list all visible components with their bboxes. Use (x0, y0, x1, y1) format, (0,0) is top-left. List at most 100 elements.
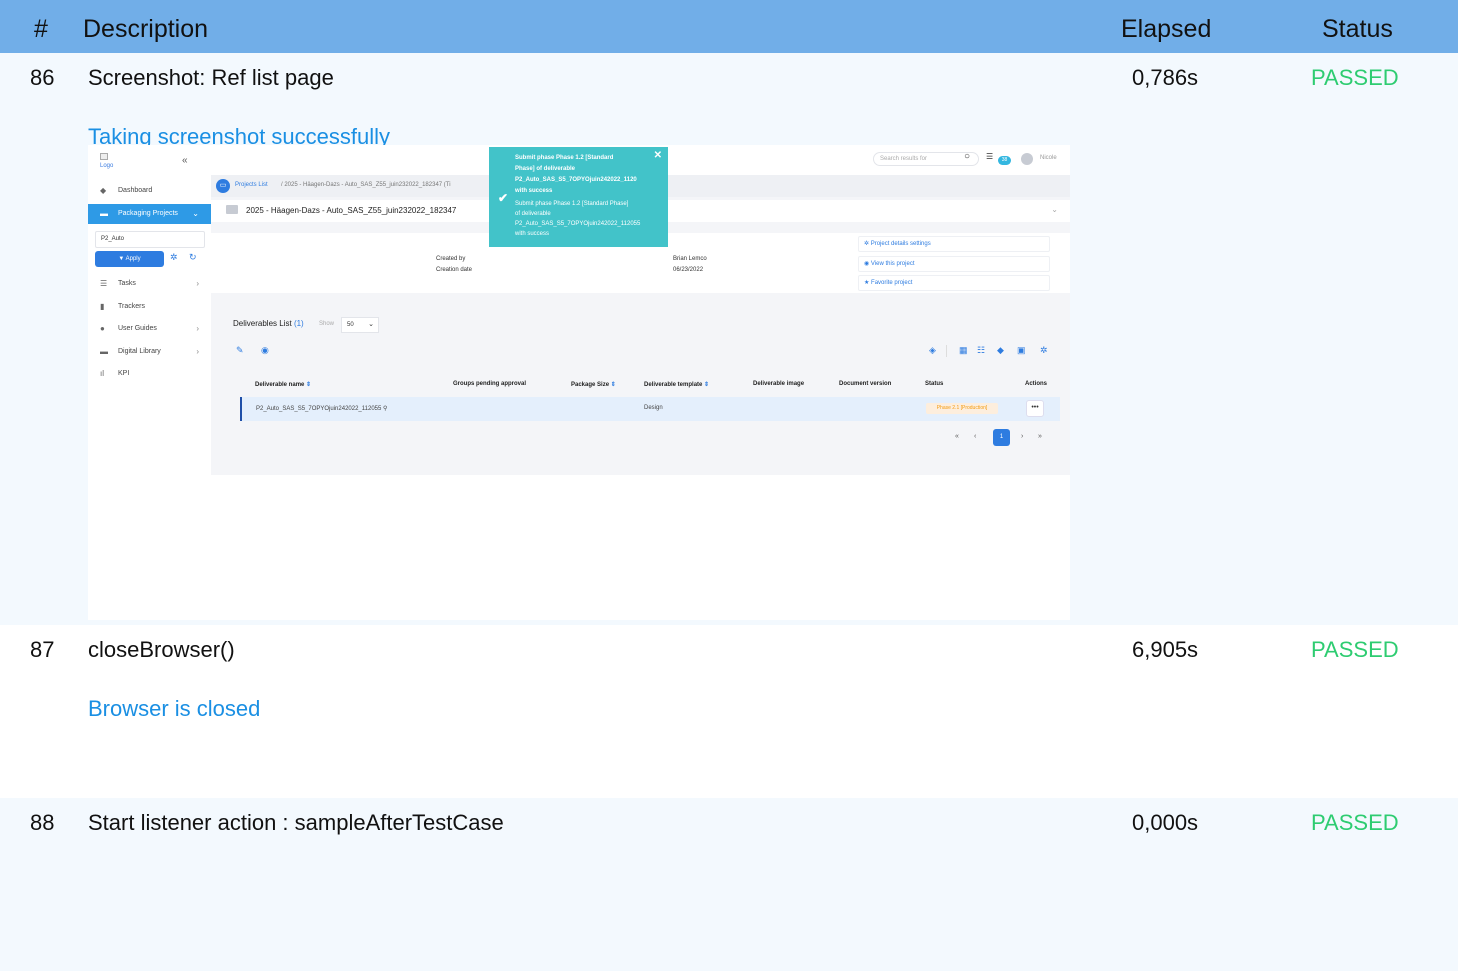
link-label: View this project (870, 261, 915, 267)
page-size-value: 50 (347, 322, 354, 328)
col-deliverable-image: Deliverable image (753, 381, 805, 387)
pager-next[interactable]: › (1021, 433, 1023, 440)
embedded-screenshot[interactable]: Logo « ◆ Dashboard ▬ Packaging Projects … (88, 145, 1070, 620)
eye-icon[interactable]: ◉ (261, 345, 269, 356)
toast-line: Submit phase Phase 1.2 [Standard (515, 155, 614, 161)
pager-last[interactable]: » (1038, 433, 1042, 440)
sidebar-item-label: Tasks (118, 280, 136, 287)
apply-button[interactable]: ▼ Apply (95, 251, 164, 267)
column-header: Deliverable name (255, 382, 305, 388)
project-filter-input[interactable]: P2_Auto (95, 231, 205, 248)
toast-subline: of deliverable (515, 211, 551, 217)
column-header: Package Size (571, 382, 610, 388)
toast-subline: P2_Auto_SAS_S5_7OPYOjuin242022_112055 (515, 221, 641, 227)
user-name[interactable]: Nicole (1040, 155, 1057, 161)
collapse-sidebar-icon[interactable]: « (182, 155, 188, 166)
chevron-down-icon[interactable]: ⌄ (1051, 205, 1058, 214)
step-message-link[interactable]: Browser is closed (88, 696, 260, 722)
filter-icon: ▼ (118, 256, 126, 262)
cube-icon: ◆ (100, 186, 107, 195)
breadcrumb-projects-list[interactable]: Projects List (235, 182, 268, 188)
avatar[interactable] (1021, 153, 1033, 165)
status-badge: Phase 2.1 [Production] (926, 403, 998, 414)
favorite-project-link[interactable]: ★ Favorite project (858, 275, 1050, 291)
folder-icon (226, 205, 238, 214)
col-package-size[interactable]: Package Size ⇕ (571, 381, 616, 388)
folder-icon: ▬ (100, 347, 108, 356)
deliverable-template: Design (644, 405, 663, 411)
gear-icon: ✲ (864, 241, 871, 247)
sidebar-item-tasks[interactable]: ☰ Tasks › (88, 274, 211, 294)
header-num: # (34, 15, 48, 43)
link-label: Project details settings (870, 241, 931, 247)
table-row[interactable]: P2_Auto_SAS_S5_7OPYOjuin242022_112055 ⚲ … (240, 397, 1060, 421)
pager-prev[interactable]: ‹ (974, 433, 976, 440)
row-actions-button[interactable]: ••• (1026, 400, 1044, 417)
sort-icon: ⇕ (704, 382, 710, 388)
sidebar-item-label: Packaging Projects (118, 210, 178, 217)
col-groups-pending: Groups pending approval (453, 381, 527, 387)
close-icon[interactable]: ✕ (654, 150, 662, 161)
refresh-icon[interactable]: ↻ (189, 252, 197, 263)
pager-page-current[interactable]: 1 (993, 429, 1010, 446)
broken-image-icon (100, 153, 108, 160)
sidebar-item-trackers[interactable]: ▮ Trackers (88, 297, 211, 317)
sidebar-item-label: Digital Library (118, 348, 161, 355)
report-header: # Description Elapsed Status (0, 0, 1458, 53)
deliverables-title-text: Deliverables List (233, 319, 292, 328)
layers-icon[interactable]: ◈ (929, 345, 936, 356)
sidebar-item-user-guides[interactable]: ● User Guides › (88, 319, 211, 339)
col-deliverable-name[interactable]: Deliverable name ⇕ (255, 381, 311, 388)
step-num: 88 (30, 810, 55, 835)
project-details-settings-link[interactable]: ✲ Project details settings (858, 236, 1050, 252)
sort-icon: ⇕ (306, 382, 312, 388)
deliverables-panel: Deliverables List (1) Show 50 ⌄ ✎ ◉ ◈ ▦ ☷… (211, 305, 1070, 475)
toast-line: with success (515, 188, 553, 194)
page-size-select[interactable]: 50 ⌄ (341, 317, 379, 333)
grid-view-icon[interactable]: ▦ (959, 345, 968, 356)
chevron-right-icon: › (196, 279, 199, 288)
list-view-icon[interactable]: ☷ (977, 345, 985, 356)
sidebar-item-dashboard[interactable]: ◆ Dashboard (88, 181, 211, 201)
sidebar-item-kpi[interactable]: ıl KPI (88, 364, 211, 384)
folder-icon: ▬ (100, 209, 108, 218)
sidebar-item-packaging-projects[interactable]: ▬ Packaging Projects ⌄ (88, 204, 211, 224)
apply-label: Apply (125, 256, 141, 262)
list-icon: ☰ (100, 279, 108, 288)
gear-icon[interactable]: ✲ (170, 252, 178, 263)
star-icon: ★ (864, 280, 872, 286)
settings-icon[interactable]: ✲ (1040, 345, 1048, 356)
sidebar-item-label: User Guides (118, 325, 157, 332)
sidebar-item-label: Dashboard (118, 187, 153, 194)
step-status: PASSED (1311, 637, 1399, 662)
creation-date-value: 06/23/2022 (673, 267, 704, 273)
pager-first[interactable]: « (955, 433, 959, 440)
col-deliverable-template[interactable]: Deliverable template ⇕ (644, 381, 709, 388)
folder-open-icon: ▭ (216, 179, 230, 193)
cube-view-icon[interactable]: ◆ (997, 345, 1004, 356)
step-elapsed: 0,000s (1132, 810, 1199, 835)
column-header: Deliverable template (644, 382, 703, 388)
logo-alt: Logo (100, 163, 114, 169)
content-empty-area (211, 475, 1070, 620)
image-view-icon[interactable]: ▣ (1017, 345, 1026, 356)
step-description: Start listener action : sampleAfterTestC… (88, 810, 504, 835)
header-status: Status (1322, 15, 1393, 43)
edit-icon[interactable]: ✎ (236, 345, 244, 356)
step-status: PASSED (1311, 810, 1399, 835)
step-row-87: 87 closeBrowser() 6,905s PASSED Browser … (0, 625, 1458, 798)
project-title: 2025 - Häagen-Dazs - Auto_SAS_Z55_juin23… (246, 206, 457, 215)
search-icon[interactable]: ○ (964, 151, 970, 162)
step-num: 86 (30, 65, 55, 90)
success-toast: ✕ ✔ Submit phase Phase 1.2 [Standard Pha… (489, 147, 668, 247)
sidebar-item-digital-library[interactable]: ▬ Digital Library › (88, 342, 211, 362)
toast-subline: Submit phase Phase 1.2 [Standard Phase] (515, 201, 629, 207)
view-project-link[interactable]: ◉ View this project (858, 256, 1050, 272)
deliverable-name[interactable]: P2_Auto_SAS_S5_7OPYOjuin242022_112055 ⚲ (256, 405, 387, 412)
col-status: Status (925, 381, 944, 387)
step-row-88: 88 Start listener action : sampleAfterTe… (0, 798, 1458, 971)
deliverables-title: Deliverables List (1) (233, 319, 304, 328)
app-sidebar: Logo « ◆ Dashboard ▬ Packaging Projects … (88, 145, 211, 620)
notification-badge: 38 (998, 156, 1011, 165)
notifications-icon[interactable]: ☰ (986, 152, 993, 161)
